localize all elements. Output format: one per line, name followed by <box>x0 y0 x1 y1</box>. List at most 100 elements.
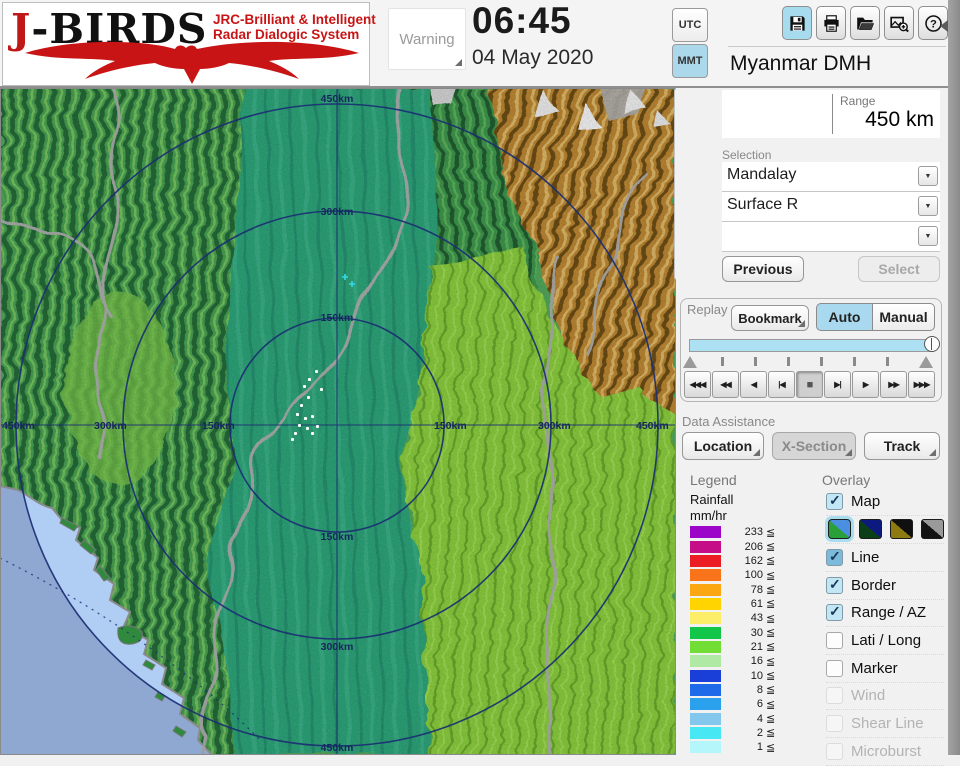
range-panel: Range 450 km <box>722 90 940 138</box>
rain-echo <box>294 432 297 435</box>
overlay-option-microburst[interactable]: Microburst <box>826 738 944 766</box>
check-icon: ✓ <box>829 548 841 565</box>
legend-row: 162 ≦ <box>690 554 786 568</box>
legend-color-swatch <box>690 554 721 567</box>
chevron-down-icon[interactable]: ▼ <box>918 226 938 246</box>
play-reverse-button[interactable]: ◀ <box>740 371 767 398</box>
overlay-option-wind[interactable]: Wind <box>826 683 944 711</box>
rewind-button[interactable]: ◀◀ <box>712 371 739 398</box>
save-button[interactable] <box>782 6 812 40</box>
collapse-panel-icon[interactable] <box>940 20 948 32</box>
replay-slider[interactable] <box>689 336 940 352</box>
map-style-dark[interactable] <box>859 519 882 540</box>
overlay-option-label: Microburst <box>851 742 922 760</box>
legend-value: 8 <box>756 683 763 696</box>
toolbar: ? <box>782 6 948 40</box>
overlay-option-shear-line[interactable]: Shear Line <box>826 710 944 738</box>
warning-button[interactable]: Warning <box>388 8 466 70</box>
manual-button[interactable]: Manual <box>873 303 935 331</box>
overlay-option-range-az[interactable]: ✓ Range / AZ <box>826 600 944 628</box>
logo-tagline: JRC-Brilliant & Intelligent Radar Dialog… <box>213 12 376 42</box>
map-style-olive[interactable] <box>890 519 913 540</box>
check-icon: ✓ <box>829 575 841 592</box>
legend-row: 100 ≦ <box>690 568 786 582</box>
map-style-terrain[interactable] <box>828 519 851 540</box>
data-assistance-buttons: Location X-Section Track <box>682 432 942 460</box>
legend-color-swatch <box>690 583 721 596</box>
ring-label: 150km <box>321 312 354 324</box>
fast-forward-button[interactable]: ▶▶ <box>880 371 907 398</box>
ring-label: 300km <box>538 420 571 432</box>
checkbox[interactable]: ✓ <box>826 491 843 510</box>
overlay-option-label: Line <box>851 549 880 567</box>
checkbox[interactable] <box>826 659 843 677</box>
step-back-button[interactable]: |◀ <box>768 371 795 398</box>
open-folder-button[interactable] <box>850 6 880 40</box>
bookmark-button[interactable]: Bookmark <box>731 305 809 331</box>
mmt-button[interactable]: MMT <box>672 44 708 78</box>
overlay-option-label: Border <box>851 576 897 594</box>
replay-slider-thumb[interactable] <box>924 336 940 352</box>
replay-label: Replay <box>687 302 728 317</box>
selection-dropdown-0[interactable]: Mandalay ▼ <box>722 162 940 192</box>
rain-echo <box>303 385 306 388</box>
range-value: 450 km <box>865 108 934 131</box>
utc-button[interactable]: UTC <box>672 8 708 42</box>
legend-comparator: ≦ <box>766 526 776 539</box>
checkbox[interactable]: ✓ <box>826 575 843 594</box>
save-icon <box>788 14 807 33</box>
slider-start-marker <box>683 356 697 368</box>
legend-color-swatch <box>690 640 721 653</box>
overlay-option-map[interactable]: ✓ Map <box>826 488 944 516</box>
overlay-label: Overlay <box>822 472 871 488</box>
map-style-gray[interactable] <box>921 519 944 540</box>
checkbox[interactable]: ✓ <box>826 603 843 622</box>
legend-row: 16 ≦ <box>690 654 786 668</box>
previous-button[interactable]: Previous <box>722 256 804 282</box>
checkbox[interactable] <box>826 687 843 705</box>
legend-row: 61 ≦ <box>690 597 786 611</box>
chevron-down-icon[interactable]: ▼ <box>918 166 938 186</box>
location-button[interactable]: Location <box>682 432 764 460</box>
auto-button[interactable]: Auto <box>816 303 873 331</box>
rain-echo <box>298 424 301 427</box>
legend-comparator: ≦ <box>766 584 776 597</box>
overlay-option-label: Wind <box>851 687 886 705</box>
play-button[interactable]: ▶ <box>852 371 879 398</box>
checkbox[interactable] <box>826 715 843 733</box>
open-folder-icon <box>856 14 875 33</box>
chevron-down-icon[interactable]: ▼ <box>918 196 938 216</box>
check-icon: ✓ <box>829 491 841 508</box>
step-forward-button[interactable]: ▶| <box>824 371 851 398</box>
overlay-option-marker[interactable]: Marker <box>826 655 944 683</box>
legend-comparator: ≦ <box>766 713 776 726</box>
checkbox[interactable]: ✓ <box>826 548 843 567</box>
rain-echo <box>304 417 307 420</box>
fastest-forward-button[interactable]: ▶▶▶ <box>908 371 935 398</box>
overlay-option-lati-long[interactable]: Lati / Long <box>826 627 944 655</box>
legend-row: 30 ≦ <box>690 625 786 639</box>
fast-rewind-button[interactable]: ◀◀◀ <box>684 371 711 398</box>
overlay-option-line[interactable]: ✓ Line <box>826 544 944 572</box>
clock-time: 06:45 <box>472 0 572 41</box>
checkbox[interactable] <box>826 632 843 650</box>
overlay-option-label: Map <box>851 492 881 510</box>
legend-color-swatch <box>690 626 721 639</box>
capture-add-button[interactable] <box>884 6 914 40</box>
legend-color-swatch <box>690 540 721 553</box>
slider-tick <box>820 357 823 366</box>
jbirds-app: { "header": { "logo": { "brand_first": "… <box>0 0 960 766</box>
track-button[interactable]: Track <box>864 432 940 460</box>
legend-comparator: ≦ <box>766 627 776 640</box>
checkbox[interactable] <box>826 742 843 760</box>
rain-echo <box>315 370 318 373</box>
select-button[interactable]: Select <box>858 256 940 282</box>
radar-map[interactable]: 450km 300km 150km 150km 300km 450km 450km 300km… <box>0 86 676 757</box>
stop-button[interactable]: ■ <box>796 371 823 398</box>
print-button[interactable] <box>816 6 846 40</box>
x-section-button[interactable]: X-Section <box>772 432 856 460</box>
selection-dropdown-1[interactable]: Surface R ▼ <box>722 192 940 222</box>
overlay-option-border[interactable]: ✓ Border <box>826 572 944 600</box>
selection-dropdown-2[interactable]: ▼ <box>722 222 940 252</box>
legend-value: 16 <box>750 655 763 668</box>
